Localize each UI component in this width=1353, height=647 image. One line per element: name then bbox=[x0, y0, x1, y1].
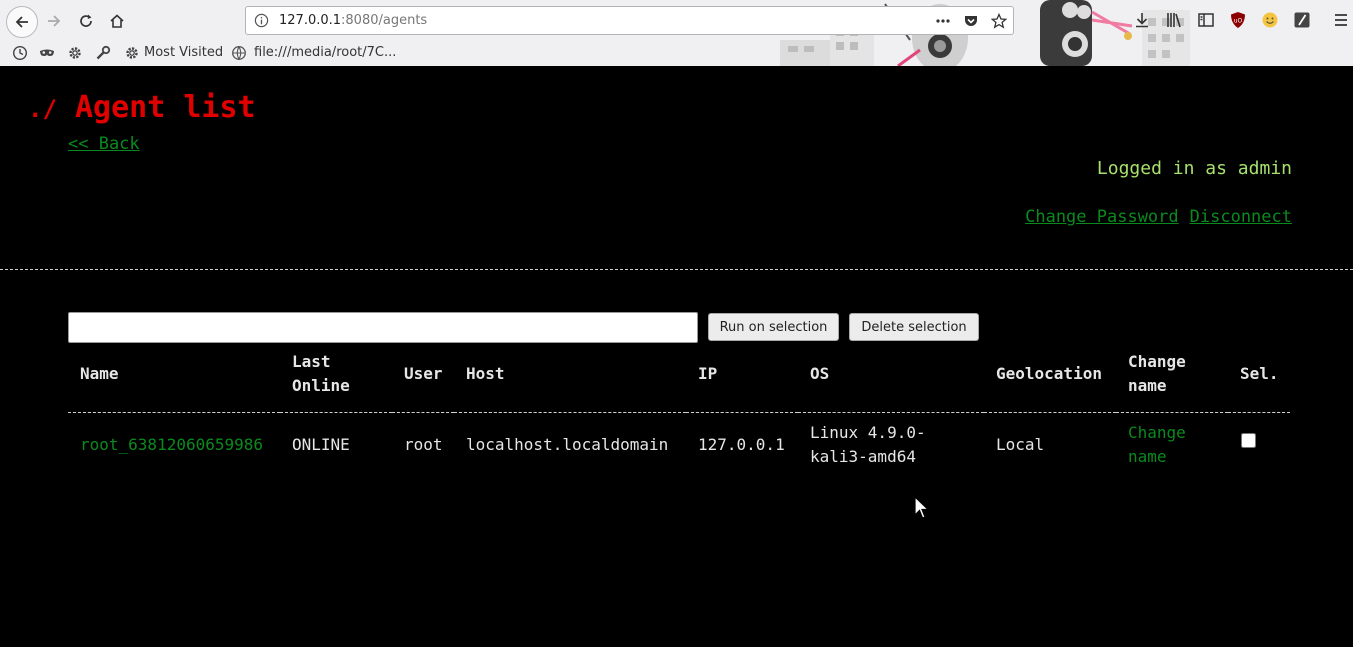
bookmark-most-visited[interactable]: Most Visited bbox=[144, 45, 223, 60]
header-user: User bbox=[392, 346, 454, 413]
star-icon[interactable] bbox=[991, 13, 1007, 29]
url-bar[interactable]: 127.0.0.1:8080/agents bbox=[245, 6, 1014, 35]
back-icon bbox=[15, 16, 28, 28]
header-last-online-line1: Last bbox=[292, 352, 331, 371]
header-change-name-line2: name bbox=[1128, 376, 1167, 395]
header-geolocation: Geolocation bbox=[984, 346, 1116, 413]
cell-name: root_63812060659986 bbox=[68, 413, 280, 478]
cell-os-line1: Linux 4.9.0- bbox=[810, 423, 926, 442]
cell-select bbox=[1228, 413, 1290, 478]
reload-button[interactable] bbox=[72, 7, 100, 35]
download-icon[interactable] bbox=[1133, 11, 1151, 29]
cell-ip: 127.0.0.1 bbox=[698, 435, 785, 454]
gear-icon bbox=[126, 47, 138, 59]
pocket-icon[interactable] bbox=[963, 13, 979, 29]
home-button[interactable] bbox=[103, 7, 131, 35]
info-icon[interactable] bbox=[254, 13, 269, 28]
disconnect-link[interactable]: Disconnect bbox=[1190, 207, 1292, 227]
command-input[interactable] bbox=[68, 312, 698, 343]
cell-last-online: ONLINE bbox=[292, 435, 350, 454]
browser-toolbar: 127.0.0.1:8080/agents uO bbox=[0, 0, 1353, 42]
browser-chrome: 127.0.0.1:8080/agents uO Most Visited fi… bbox=[0, 0, 1353, 67]
forward-icon bbox=[48, 15, 61, 27]
globe-icon bbox=[232, 46, 246, 60]
logged-in-status: Logged in as admin bbox=[1096, 158, 1292, 179]
menu-icon[interactable] bbox=[1332, 11, 1350, 29]
change-name-line2: name bbox=[1128, 447, 1167, 466]
header-host: Host bbox=[454, 346, 686, 413]
cell-change-name: Change name bbox=[1116, 413, 1228, 478]
more-icon[interactable] bbox=[935, 13, 951, 29]
mask-icon[interactable] bbox=[39, 45, 55, 61]
back-button[interactable] bbox=[6, 6, 38, 38]
home-icon bbox=[110, 14, 124, 28]
url-text: 127.0.0.1:8080/agents bbox=[279, 13, 427, 28]
change-password-link[interactable]: Change Password bbox=[1025, 207, 1179, 227]
title-prefix: ./ bbox=[28, 95, 57, 123]
back-link[interactable]: << Back bbox=[68, 134, 140, 154]
page-content: ./ Agent list << Back Logged in as admin… bbox=[0, 66, 1353, 647]
extension-icon[interactable] bbox=[1293, 11, 1311, 29]
header-name: Name bbox=[68, 346, 280, 413]
header-ip: IP bbox=[686, 346, 798, 413]
agent-name-link[interactable]: root_63812060659986 bbox=[80, 435, 263, 454]
header-change-name-line1: Change bbox=[1128, 352, 1186, 371]
header-last-online: Last Online bbox=[280, 346, 392, 413]
cell-os: Linux 4.9.0- kali3-amd64 bbox=[798, 413, 984, 478]
select-checkbox[interactable] bbox=[1241, 433, 1256, 448]
agent-table: Name Last Online User Host IP OS Geolocat… bbox=[68, 346, 1290, 477]
library-icon[interactable] bbox=[1165, 11, 1183, 29]
table-header-row: Name Last Online User Host IP OS Geolocat… bbox=[68, 346, 1290, 413]
header-os: OS bbox=[798, 346, 984, 413]
bookmarks-bar: Most Visited file:///media/root/7C... bbox=[0, 42, 1353, 66]
run-on-selection-button[interactable]: Run on selection bbox=[708, 313, 839, 341]
reload-icon bbox=[80, 14, 92, 27]
history-icon[interactable] bbox=[12, 45, 28, 61]
header-last-online-line2: Online bbox=[292, 376, 350, 395]
section-divider bbox=[0, 269, 1353, 270]
account-links: Change Password Disconnect bbox=[1014, 207, 1292, 227]
header-change-name: Change name bbox=[1116, 346, 1228, 413]
cell-user: root bbox=[404, 435, 443, 454]
emoji-icon[interactable] bbox=[1261, 11, 1279, 29]
mouse-cursor-icon bbox=[914, 496, 930, 519]
table-row: root_63812060659986 ONLINE root localhos… bbox=[68, 413, 1290, 478]
url-path: :8080/agents bbox=[341, 13, 428, 28]
cell-geolocation: Local bbox=[996, 435, 1045, 454]
url-host: 127.0.0.1 bbox=[279, 13, 342, 28]
svg-text:uO: uO bbox=[1234, 18, 1243, 25]
ublock-icon[interactable]: uO bbox=[1229, 11, 1247, 29]
change-name-line1: Change bbox=[1128, 423, 1186, 442]
change-name-link[interactable]: Change name bbox=[1128, 423, 1186, 466]
sidebar-icon[interactable] bbox=[1197, 11, 1215, 29]
wrench-icon[interactable] bbox=[95, 45, 111, 61]
cell-host: localhost.localdomain bbox=[466, 435, 669, 454]
title-text: Agent list bbox=[74, 90, 256, 125]
bookmark-file-link[interactable]: file:///media/root/7C... bbox=[254, 45, 396, 60]
header-select: Sel. bbox=[1228, 346, 1290, 413]
forward-button[interactable] bbox=[40, 7, 68, 35]
cell-os-line2: kali3-amd64 bbox=[810, 447, 916, 466]
gear-icon[interactable] bbox=[67, 45, 83, 61]
page-title: ./ Agent list bbox=[28, 90, 256, 125]
delete-selection-button[interactable]: Delete selection bbox=[849, 313, 979, 341]
